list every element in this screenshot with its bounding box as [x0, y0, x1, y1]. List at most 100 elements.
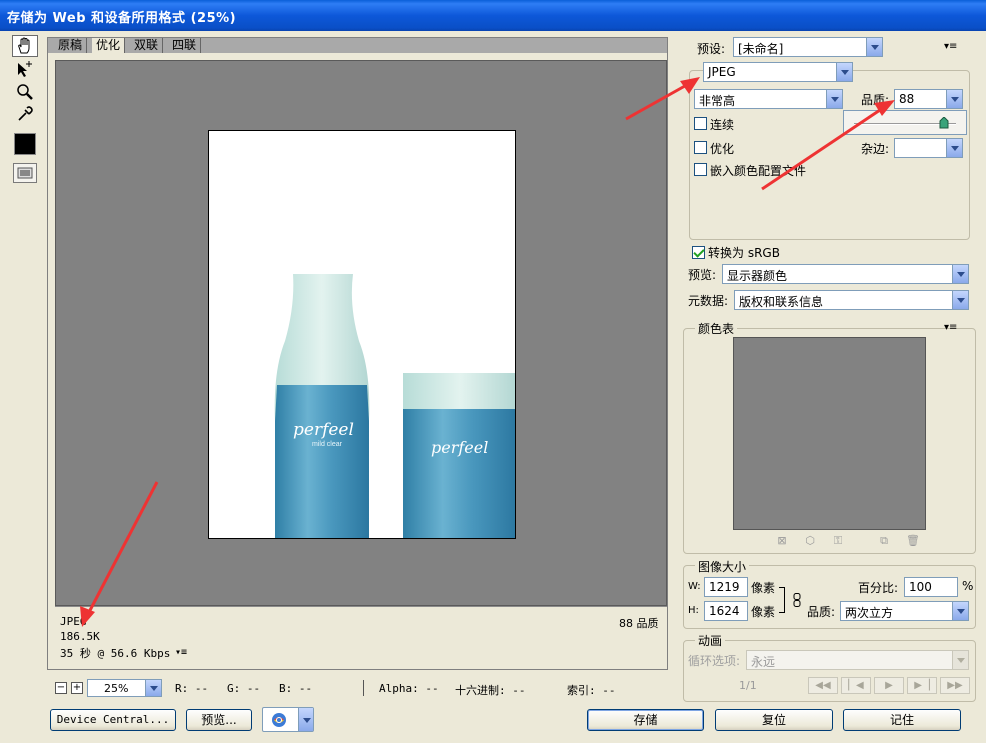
preview-image[interactable]: perfeel mild clear perfeel: [208, 130, 516, 539]
play-icon[interactable]: ▶: [874, 677, 904, 694]
tab-2-up[interactable]: 双联: [130, 38, 164, 53]
device-central-button[interactable]: Device Central...: [50, 709, 176, 731]
metadata-select[interactable]: 版权和联系信息: [734, 290, 969, 310]
save-button[interactable]: 存储: [587, 709, 704, 731]
status-bar: − + 25% R: -- G: -- B: -- Alpha: -- 十六进制…: [47, 676, 668, 700]
convert-srgb-label: 转换为 sRGB: [708, 246, 780, 260]
chevron-down-icon[interactable]: [866, 38, 882, 56]
chain-link-icon[interactable]: [793, 593, 801, 607]
height-label: H:: [688, 605, 699, 616]
loop-select[interactable]: 永远: [746, 650, 969, 670]
info-quality: 88 品质: [619, 617, 659, 630]
first-frame-icon[interactable]: ◀◀: [808, 677, 838, 694]
preset-select[interactable]: [未命名]: [733, 37, 883, 57]
resample-label: 品质:: [807, 605, 836, 619]
toggle-slices-icon[interactable]: [13, 163, 37, 183]
info-download-time: 35 秒 @ 56.6 Kbps: [60, 647, 171, 660]
chevron-down-icon[interactable]: [952, 602, 968, 620]
color-table-swatches[interactable]: [733, 337, 926, 530]
zoom-select[interactable]: 25%: [87, 679, 162, 697]
optimized-checkbox[interactable]: [694, 141, 707, 154]
chevron-down-icon[interactable]: [145, 680, 161, 696]
height-input[interactable]: 1624: [704, 601, 748, 621]
chevron-down-icon[interactable]: [952, 651, 968, 669]
tab-original[interactable]: 原稿: [54, 38, 88, 53]
height-unit: 像素: [751, 605, 776, 619]
readout-index: 索引: --: [567, 684, 616, 697]
width-unit: 像素: [751, 581, 776, 595]
loop-label: 循环选项:: [688, 654, 741, 668]
eyedropper-color-swatch[interactable]: [14, 133, 36, 155]
quality-input[interactable]: 88: [894, 89, 963, 109]
slice-select-icon[interactable]: [12, 59, 38, 81]
resample-select[interactable]: 两次立方: [840, 601, 969, 621]
browser-select[interactable]: [262, 707, 314, 732]
chevron-down-icon[interactable]: [952, 265, 968, 283]
lock-color-icon[interactable]: ⚿: [832, 535, 844, 547]
previous-frame-icon[interactable]: ▏◀: [841, 677, 871, 694]
embed-profile-checkbox[interactable]: [694, 163, 707, 176]
metadata-value: 版权和联系信息: [739, 295, 824, 309]
chevron-down-icon[interactable]: [298, 708, 313, 731]
optimized-label: 优化: [710, 142, 735, 156]
quality-preset-select[interactable]: 非常高: [694, 89, 843, 109]
width-input[interactable]: 1219: [704, 577, 748, 597]
web-shift-icon[interactable]: ⬡: [804, 535, 816, 547]
preview-button[interactable]: 预览...: [186, 709, 252, 731]
matte-label: 杂边:: [861, 142, 890, 156]
progressive-checkbox[interactable]: [694, 117, 707, 130]
preset-label: 预设:: [697, 42, 726, 56]
color-table-title: 颜色表: [695, 320, 738, 337]
animation-title: 动画: [695, 632, 726, 649]
last-frame-icon[interactable]: ▶▶: [940, 677, 970, 694]
color-table-menu-icon[interactable]: ▾≡: [944, 322, 957, 333]
zoom-in-button[interactable]: +: [71, 682, 83, 694]
percent-label: 百分比:: [858, 581, 899, 595]
quality-label: 品质:: [861, 93, 890, 107]
jar-brand-text: perfeel: [431, 438, 488, 457]
percent-input[interactable]: 100: [904, 577, 958, 597]
reset-button[interactable]: 复位: [715, 709, 833, 731]
quality-slider-popup[interactable]: [843, 110, 967, 135]
matte-select[interactable]: [894, 138, 963, 158]
chevron-down-icon[interactable]: [826, 90, 842, 108]
settings-menu-icon[interactable]: ▾≡: [944, 41, 957, 52]
convert-srgb-checkbox[interactable]: [692, 246, 705, 259]
zoom-icon[interactable]: [12, 81, 38, 103]
divider: [363, 680, 364, 696]
info-menu-icon[interactable]: ▾≡: [175, 647, 187, 658]
zoom-value: 25%: [104, 682, 129, 695]
new-color-icon[interactable]: ⧉: [878, 535, 890, 547]
zoom-out-button[interactable]: −: [55, 682, 67, 694]
bottle-tagline-text: mild clear: [312, 441, 343, 448]
chevron-down-icon[interactable]: [836, 63, 852, 81]
loop-value: 永远: [751, 655, 776, 669]
width-label: W:: [688, 581, 701, 592]
remember-button[interactable]: 记住: [843, 709, 961, 731]
format-value: JPEG: [708, 65, 736, 79]
bottle-brand-text: perfeel: [293, 420, 354, 440]
format-select[interactable]: JPEG: [703, 62, 853, 82]
percent-unit: %: [962, 579, 974, 593]
readout-alpha: Alpha: --: [379, 682, 439, 695]
browser-icon: [272, 713, 286, 727]
info-file-size: 186.5K: [60, 630, 100, 643]
chevron-down-icon[interactable]: [946, 139, 962, 157]
preview-mode-select[interactable]: 显示器颜色: [722, 264, 969, 284]
readout-b: B: --: [279, 682, 313, 695]
trash-icon[interactable]: 🗑: [906, 535, 920, 547]
tab-optimized[interactable]: 优化: [92, 38, 126, 53]
frame-counter: 1/1: [739, 679, 757, 692]
quality-slider-thumb[interactable]: [939, 116, 949, 129]
preview-mode-value: 显示器颜色: [727, 269, 788, 283]
readout-r: R: --: [175, 682, 209, 695]
chevron-down-icon[interactable]: [952, 291, 968, 309]
chevron-down-icon[interactable]: [946, 90, 962, 108]
quality-value: 88: [899, 92, 915, 106]
eyedropper-icon[interactable]: [12, 103, 38, 125]
hand-icon[interactable]: [12, 35, 38, 57]
readout-g: G: --: [227, 682, 261, 695]
next-frame-icon[interactable]: ▶▕: [907, 677, 937, 694]
tab-4-up[interactable]: 四联: [168, 38, 202, 53]
map-transparent-icon[interactable]: ⊠: [776, 535, 788, 547]
